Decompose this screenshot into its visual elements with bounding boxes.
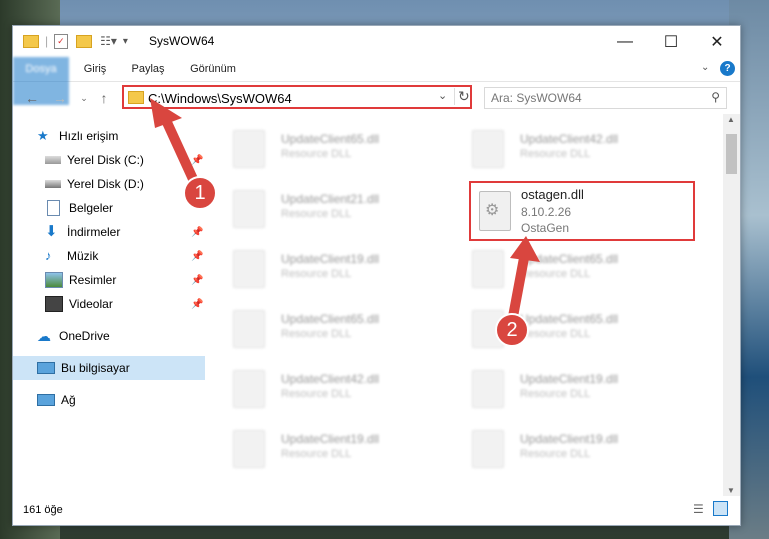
arrow-head-2 [510,236,540,262]
step-badge-2: 2 [495,313,529,347]
step-badge-1: 1 [183,176,217,210]
annotation-arrows [150,98,540,327]
arrow-head-1 [150,98,182,128]
